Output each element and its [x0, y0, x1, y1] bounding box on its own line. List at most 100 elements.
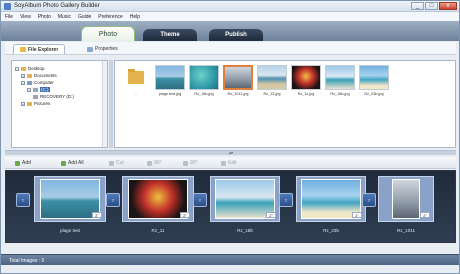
album-toolbar: Add Add All Cut 90° 90° Edit [5, 157, 456, 169]
photo-thumbnail [257, 65, 287, 90]
transition-button[interactable]: T [106, 193, 120, 207]
folder-icon [27, 73, 32, 78]
menu-file[interactable]: File [5, 14, 13, 20]
tree-item-pictures[interactable]: + Pictures [21, 100, 50, 107]
maximize-button[interactable]: □ [425, 2, 438, 10]
tab-properties-label: Properties [95, 46, 118, 52]
file-item[interactable]: plage test.jpg [155, 65, 185, 98]
transition-button[interactable]: T [279, 193, 293, 207]
edit-icon [221, 160, 226, 166]
tree-item-drive-c[interactable]: + (C:) [27, 86, 50, 93]
horizontal-splitter[interactable]: ▴▾ [5, 150, 456, 155]
duration-badge[interactable]: 2" [266, 212, 276, 218]
app-window: SoyAlbum Photo Gallery Builder _ □ x Fil… [0, 0, 460, 274]
tree-item-desktop[interactable]: − Desktop [15, 65, 45, 72]
transition-button[interactable]: T [16, 193, 30, 207]
photo-thumbnail [392, 179, 420, 219]
tree-item-label: (C:) [40, 87, 50, 92]
tree-scrollbar[interactable] [102, 61, 107, 147]
add-button[interactable]: Add [15, 159, 31, 167]
tree-item-computer[interactable]: − Computer [21, 79, 54, 86]
duration-badge[interactable]: 2" [180, 212, 190, 218]
computer-icon [27, 80, 32, 85]
menu-bar: File View Photo Music Guide Preference H… [1, 12, 459, 21]
tree-item-label: RECOVERY (D:) [40, 94, 74, 99]
tab-publish[interactable]: Publish [209, 29, 263, 41]
file-item[interactable]: Rz_23b.jpg [359, 65, 389, 98]
expander-icon[interactable]: + [21, 101, 25, 106]
expander-icon[interactable]: − [21, 80, 25, 85]
tree-item-label: Documents [34, 73, 57, 78]
folder-icon [27, 101, 32, 106]
tree-item-recovery[interactable]: RECOVERY (D:) [27, 93, 74, 100]
window-title: SoyAlbum Photo Gallery Builder [14, 3, 100, 9]
transition-button[interactable]: T [193, 193, 207, 207]
file-caption: Rz_23b.jpg [364, 92, 384, 96]
album-caption: Rz_18b [237, 228, 253, 233]
file-item[interactable]: Rz_18b.jpg [325, 65, 355, 98]
rotate-left-label: 90° [154, 160, 162, 166]
tab-file-explorer[interactable]: File Explorer [13, 44, 66, 54]
tree-item-label: Pictures [34, 101, 51, 106]
file-item[interactable]: Rz_11.jpg [291, 65, 321, 98]
title-bar: SoyAlbum Photo Gallery Builder _ □ x [1, 1, 459, 12]
expander-icon[interactable]: + [21, 73, 25, 78]
duration-badge[interactable]: 2" [420, 212, 430, 218]
file-item[interactable]: Rz_13.jpg [257, 65, 287, 98]
expander-icon[interactable]: − [15, 66, 19, 71]
album-caption: plage test [60, 228, 80, 233]
file-caption: Rz_1011.jpg [227, 92, 249, 96]
add-all-button-label: Add All [68, 160, 84, 166]
photo-thumbnail [291, 65, 321, 90]
status-bar: Total Images : 5 [1, 254, 459, 265]
transition-button[interactable]: T [362, 193, 376, 207]
rotate-left-button[interactable]: 90° [147, 159, 162, 167]
rotate-right-icon [183, 160, 188, 166]
file-caption: Rz_18b.jpg [194, 92, 214, 96]
vertical-splitter[interactable] [109, 60, 113, 148]
menu-view[interactable]: View [20, 14, 31, 20]
expander-icon [27, 95, 31, 99]
edit-button[interactable]: Edit [221, 159, 237, 167]
tab-photo[interactable]: Photo [81, 26, 135, 41]
tab-theme[interactable]: Theme [143, 29, 197, 41]
minimize-button[interactable]: _ [411, 2, 424, 10]
menu-music[interactable]: Music [58, 14, 71, 20]
rotate-right-button[interactable]: 90° [183, 159, 198, 167]
file-caption: Rz_11.jpg [297, 92, 315, 96]
photo-thumbnail [223, 65, 253, 90]
cut-button-label: Cut [116, 160, 124, 166]
menu-guide[interactable]: Guide [78, 14, 91, 20]
duration-badge[interactable]: 2" [92, 212, 102, 218]
add-all-button[interactable]: Add All [61, 159, 84, 167]
menu-help[interactable]: Help [130, 14, 140, 20]
menu-photo[interactable]: Photo [38, 14, 51, 20]
status-text: Total Images : 5 [9, 258, 45, 264]
file-item-parent[interactable]: .. [121, 65, 151, 98]
menu-preference[interactable]: Preference [98, 14, 122, 20]
folder-tree: − Desktop + Documents − Computer + (C:) … [11, 60, 108, 148]
file-caption: .. [134, 92, 138, 96]
add-all-icon [61, 160, 66, 166]
photo-thumbnail [189, 65, 219, 90]
add-icon [15, 160, 20, 166]
album-caption: Rz_11 [151, 228, 165, 233]
tab-properties[interactable]: Properties [81, 44, 124, 54]
close-button[interactable]: x [439, 2, 457, 10]
file-item-selected[interactable]: Rz_1011.jpg [223, 65, 253, 98]
file-caption: Rz_13.jpg [263, 92, 281, 96]
properties-icon [87, 46, 93, 52]
add-button-label: Add [22, 160, 31, 166]
edit-button-label: Edit [228, 160, 237, 166]
tree-item-documents[interactable]: + Documents [21, 72, 57, 79]
file-item[interactable]: Rz_18b.jpg [189, 65, 219, 98]
tree-item-label: Computer [34, 80, 54, 85]
cut-button[interactable]: Cut [109, 159, 124, 167]
tab-file-explorer-label: File Explorer [28, 46, 59, 53]
photo-thumbnail [325, 65, 355, 90]
folder-icon [20, 47, 26, 52]
duration-badge[interactable]: 2" [352, 212, 362, 218]
expander-icon[interactable]: + [27, 87, 31, 92]
album-caption: Rz_1011 [396, 228, 416, 233]
file-thumbnails: .. plage test.jpg Rz_18b.jpg Rz_1011.jpg… [114, 60, 456, 148]
